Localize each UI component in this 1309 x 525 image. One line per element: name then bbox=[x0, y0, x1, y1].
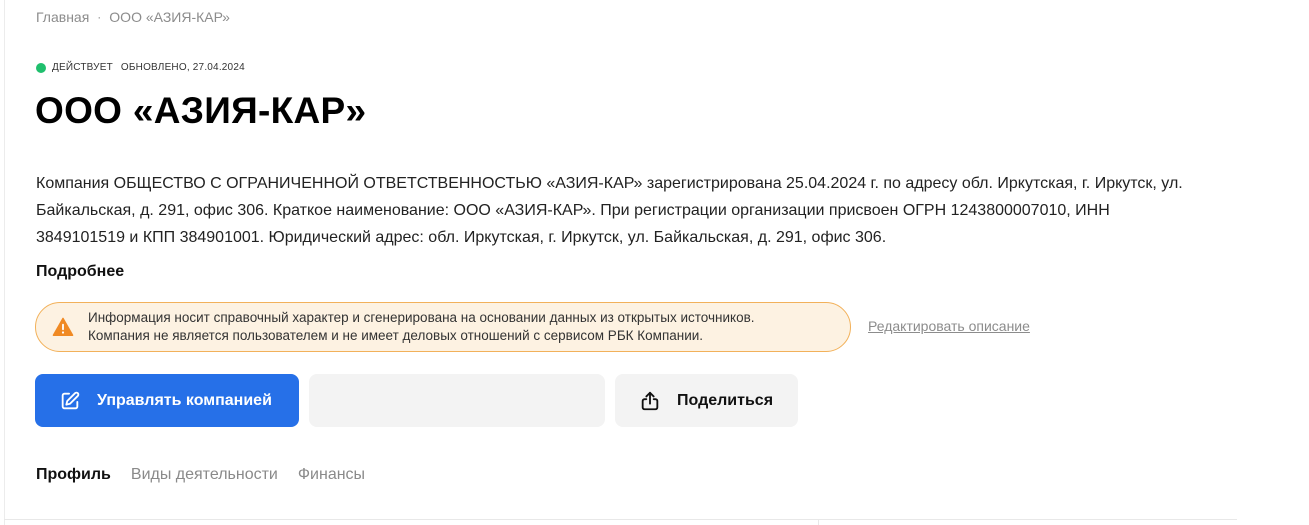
info-notice: Информация носит справочный характер и с… bbox=[35, 302, 851, 352]
manage-company-label: Управлять компанией bbox=[97, 391, 272, 409]
edit-icon bbox=[61, 391, 80, 409]
loading-placeholder bbox=[309, 374, 605, 427]
tab-profile[interactable]: Профиль bbox=[36, 466, 111, 484]
profile-tabs: Профиль Виды деятельности Финансы bbox=[36, 466, 385, 484]
company-description: Компания ОБЩЕСТВО С ОГРАНИЧЕННОЙ ОТВЕТСТ… bbox=[36, 175, 1183, 246]
manage-company-button[interactable]: Управлять компанией bbox=[35, 374, 299, 427]
column-divider bbox=[818, 519, 819, 525]
share-label: Поделиться bbox=[677, 391, 774, 409]
page-title: ООО «АЗИЯ-КАР» bbox=[35, 90, 367, 131]
notice-text: Информация носит справочный характер и с… bbox=[88, 309, 755, 345]
breadcrumb: Главная · ООО «АЗИЯ-КАР» bbox=[36, 9, 230, 25]
notice-line-2: Компания не является пользователем и не … bbox=[88, 328, 704, 343]
breadcrumb-home-link[interactable]: Главная bbox=[36, 9, 89, 25]
share-icon bbox=[641, 391, 659, 410]
share-button[interactable]: Поделиться bbox=[615, 374, 798, 427]
tab-finances[interactable]: Финансы bbox=[298, 466, 365, 484]
left-divider bbox=[4, 0, 5, 525]
notice-line-1: Информация носит справочный характер и с… bbox=[88, 310, 755, 325]
tab-activities[interactable]: Виды деятельности bbox=[131, 466, 278, 484]
status-dot-icon bbox=[36, 62, 46, 73]
edit-description-link[interactable]: Редактировать описание bbox=[868, 318, 1030, 334]
updated-date: ОБНОВЛЕНО, 27.04.2024 bbox=[120, 62, 245, 73]
breadcrumb-separator: · bbox=[97, 10, 102, 24]
company-page: Главная · ООО «АЗИЯ-КАР» ДЕЙСТВУЕТ ОБНОВ… bbox=[0, 0, 1309, 525]
warning-icon bbox=[52, 317, 74, 336]
status-badge: ДЕЙСТВУЕТ bbox=[52, 62, 113, 73]
more-link[interactable]: Подробнее bbox=[36, 263, 124, 281]
section-divider bbox=[4, 519, 1237, 520]
status-row: ДЕЙСТВУЕТ ОБНОВЛЕНО, 27.04.2024 bbox=[36, 62, 245, 73]
breadcrumb-current: ООО «АЗИЯ-КАР» bbox=[109, 9, 230, 25]
